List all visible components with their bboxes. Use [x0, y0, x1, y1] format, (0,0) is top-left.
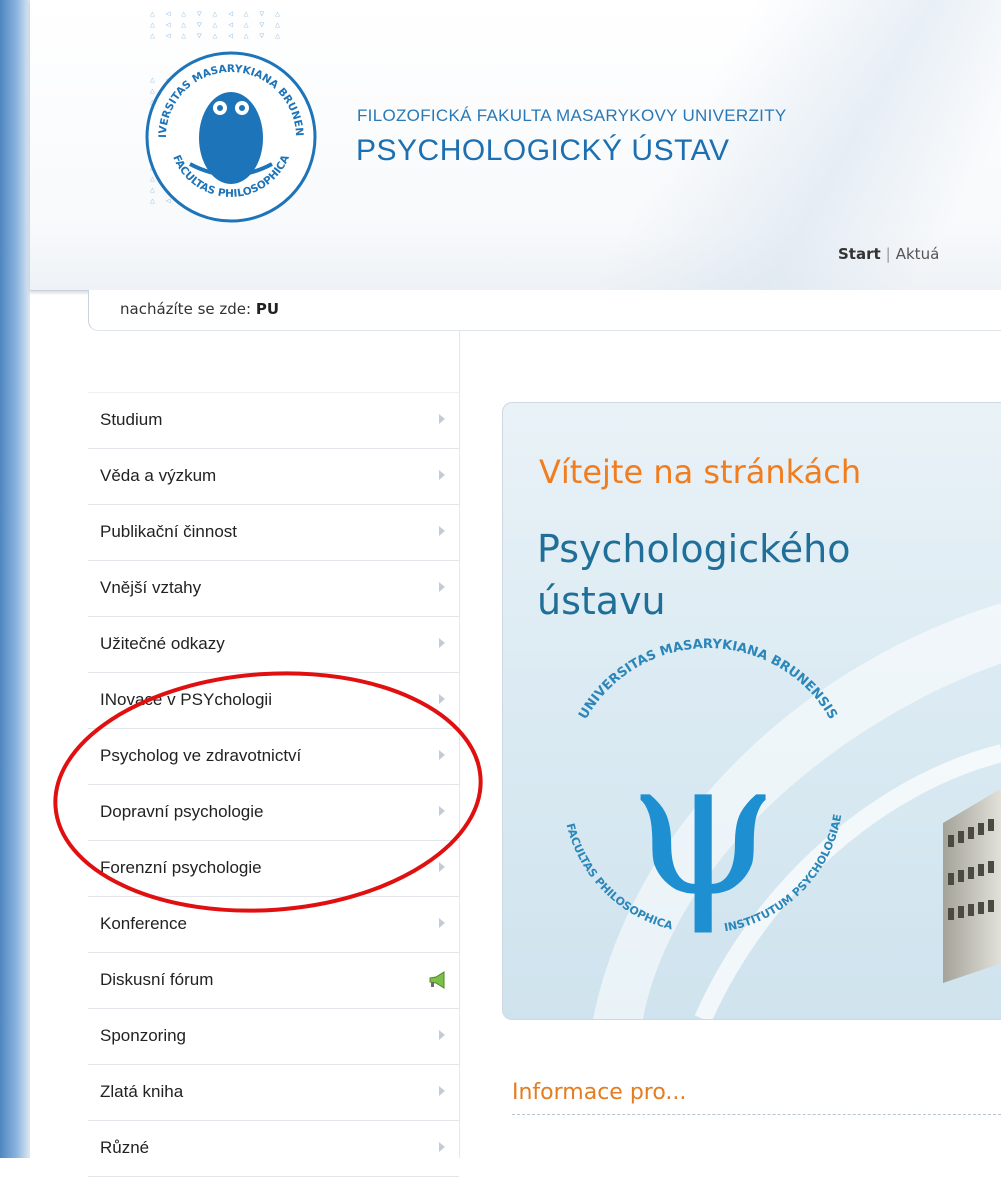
- megaphone-icon: [429, 971, 445, 989]
- faculty-name: FILOZOFICKÁ FAKULTA MASARYKOVY UNIVERZIT…: [357, 106, 787, 125]
- sidebar-item-label: Publikační činnost: [100, 522, 238, 541]
- page-left-edge: [0, 0, 30, 1158]
- chevron-right-icon: [439, 918, 445, 928]
- sidebar-item-diskusni-forum[interactable]: Diskusní fórum: [88, 953, 459, 1009]
- breadcrumb-prefix: nacházíte se zde:: [120, 300, 252, 318]
- sidebar-item-label: Diskusní fórum: [100, 970, 214, 989]
- sidebar-item-uzitecne-odkazy[interactable]: Užitečné odkazy: [88, 617, 459, 673]
- sidebar-item-label: Užitečné odkazy: [100, 634, 225, 653]
- sidebar-item-publikacni-cinnost[interactable]: Publikační činnost: [88, 505, 459, 561]
- sidebar-item-dopravni-psychologie[interactable]: Dopravní psychologie: [88, 785, 459, 841]
- sidebar-item-label: INovace v PSYchologii: [100, 690, 272, 709]
- sidebar-item-label: Psycholog ve zdravotnictví: [100, 746, 302, 765]
- sidebar-item-sponzoring[interactable]: Sponzoring: [88, 1009, 459, 1065]
- nav-separator: |: [885, 245, 891, 263]
- sidebar-menu: Studium Věda a výzkum Publikační činnost…: [88, 392, 459, 1177]
- sidebar-item-label: Sponzoring: [100, 1026, 187, 1045]
- chevron-right-icon: [439, 1030, 445, 1040]
- chevron-right-icon: [439, 470, 445, 480]
- banner-title-line2: ústavu: [537, 579, 666, 623]
- breadcrumb-current[interactable]: PU: [256, 300, 279, 318]
- sidebar-item-konference[interactable]: Konference: [88, 897, 459, 953]
- sidebar-item-label: Forenzní psychologie: [100, 858, 262, 877]
- sidebar-item-studium[interactable]: Studium: [88, 392, 459, 449]
- content-divider: [459, 330, 460, 1158]
- chevron-right-icon: [439, 526, 445, 536]
- sidebar-item-label: Vnější vztahy: [100, 578, 202, 597]
- chevron-right-icon: [439, 750, 445, 760]
- sidebar-item-label: Různé: [100, 1138, 150, 1157]
- chevron-right-icon: [439, 694, 445, 704]
- sidebar-item-inovace[interactable]: INovace v PSYchologii: [88, 673, 459, 729]
- university-seal-logo[interactable]: UNIVERSITAS MASARYKIANA BRUNENSIS FACULT…: [140, 46, 322, 228]
- institute-name[interactable]: PSYCHOLOGICKÝ ÚSTAV: [356, 134, 729, 168]
- sidebar-item-ruzne[interactable]: Různé: [88, 1121, 459, 1177]
- nav-link-aktuality[interactable]: Aktuá: [896, 245, 940, 263]
- chevron-right-icon: [439, 414, 445, 424]
- banner-title: Psychologického ústavu: [537, 523, 851, 627]
- sidebar-item-label: Zlatá kniha: [100, 1082, 184, 1101]
- sidebar-item-label: Konference: [100, 914, 187, 933]
- sidebar-item-zlata-kniha[interactable]: Zlatá kniha: [88, 1065, 459, 1121]
- breadcrumb: nacházíte se zde: PU: [120, 300, 279, 318]
- welcome-banner: UNIVERSITAS MASARYKIANA BRUNENSIS FACULT…: [502, 402, 1001, 1020]
- chevron-right-icon: [439, 1086, 445, 1096]
- chevron-right-icon: [439, 582, 445, 592]
- top-navigation: Start | Aktuá: [838, 245, 939, 263]
- psi-symbol: ψ: [629, 717, 778, 938]
- sidebar-item-label: Věda a výzkum: [100, 466, 217, 485]
- chevron-right-icon: [439, 806, 445, 816]
- banner-title-line1: Psychologického: [537, 527, 851, 571]
- chevron-right-icon: [439, 1142, 445, 1152]
- banner-graphics: UNIVERSITAS MASARYKIANA BRUNENSIS FACULT…: [564, 603, 1001, 1019]
- info-heading-underline: [512, 1114, 1001, 1115]
- sidebar-item-forenzni-psychologie[interactable]: Forenzní psychologie: [88, 841, 459, 897]
- chevron-right-icon: [439, 862, 445, 872]
- chevron-right-icon: [439, 638, 445, 648]
- sidebar-item-psycholog-ve-zdravotnictvi[interactable]: Psycholog ve zdravotnictví: [88, 729, 459, 785]
- sidebar-item-veda-a-vyzkum[interactable]: Věda a výzkum: [88, 449, 459, 505]
- sidebar-item-vnejsi-vztahy[interactable]: Vnější vztahy: [88, 561, 459, 617]
- sidebar-item-label: Studium: [100, 410, 163, 429]
- info-heading: Informace pro...: [512, 1080, 687, 1105]
- nav-link-start[interactable]: Start: [838, 245, 881, 263]
- banner-welcome-text: Vítejte na stránkách: [539, 453, 862, 491]
- sidebar-item-label: Dopravní psychologie: [100, 802, 264, 821]
